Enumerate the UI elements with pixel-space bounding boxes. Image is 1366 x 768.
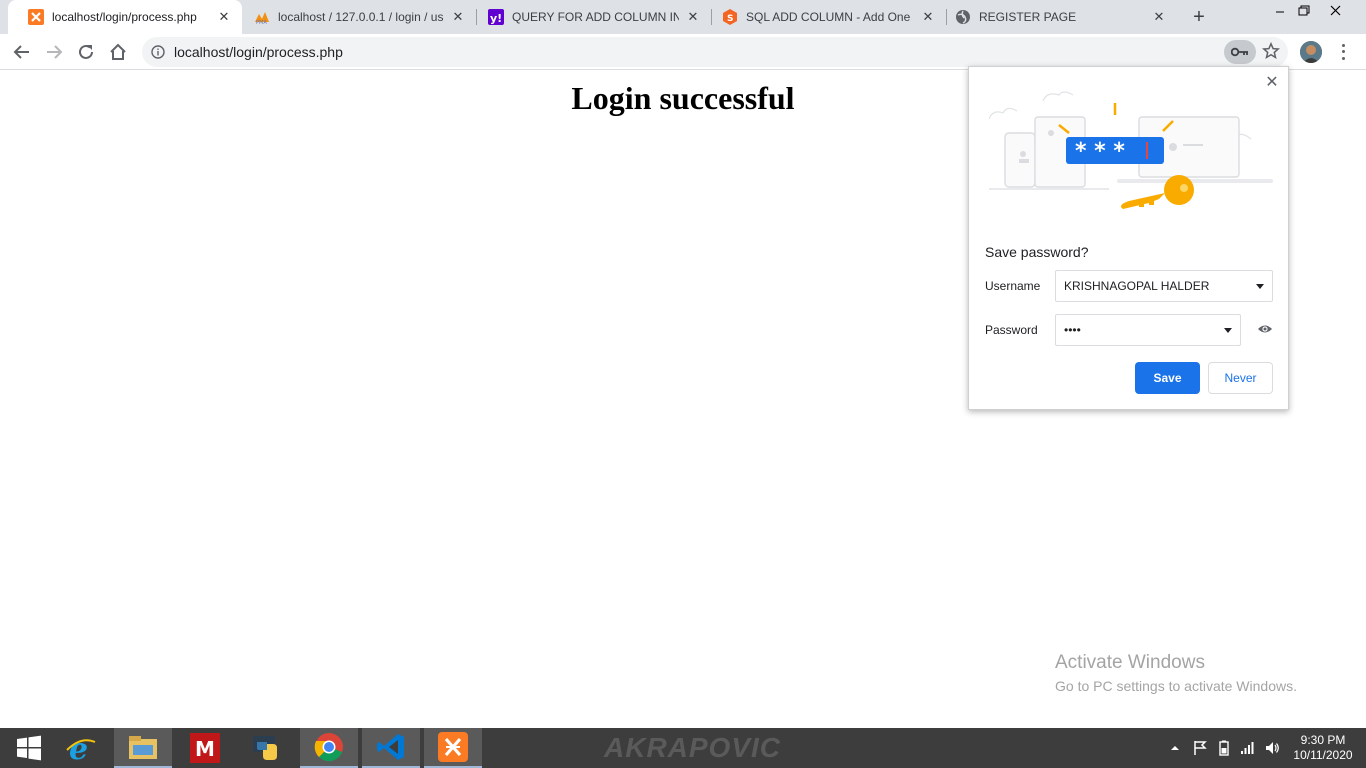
windows-logo-icon <box>17 735 41 761</box>
activate-windows-watermark: Activate Windows Go to PC settings to ac… <box>1055 652 1297 694</box>
minimize-icon[interactable] <box>1270 4 1290 18</box>
close-icon[interactable]: ✕ <box>920 9 936 25</box>
address-bar[interactable]: localhost/login/process.php <box>142 37 1288 67</box>
yahoo-icon: y! <box>488 9 504 25</box>
password-value: •••• <box>1064 323 1081 337</box>
chevron-down-icon <box>1224 328 1232 333</box>
forward-button[interactable] <box>42 40 66 64</box>
chevron-down-icon <box>1256 284 1264 289</box>
close-icon[interactable]: ✕ <box>685 9 701 25</box>
phpmyadmin-icon: PMA <box>255 12 269 25</box>
username-select[interactable]: KRISHNAGOPAL HALDER <box>1055 270 1273 302</box>
mcafee-icon: M <box>190 733 220 763</box>
taskbar-internet-explorer[interactable]: e <box>52 728 110 768</box>
taskbar-file-explorer[interactable] <box>114 728 172 768</box>
flag-icon[interactable] <box>1192 740 1208 756</box>
tab-sql-add-column[interactable]: S SQL ADD COLUMN - Add One c ✕ <box>712 0 946 34</box>
tab-title: QUERY FOR ADD COLUMN IN w <box>512 10 679 24</box>
browser-menu-button[interactable] <box>1337 42 1349 62</box>
password-illustration: * * * <box>989 91 1273 209</box>
tab-strip: localhost/login/process.php ✕ PMA localh… <box>0 0 1366 34</box>
taskbar-mcafee[interactable]: M <box>176 728 234 768</box>
tab-register-page[interactable]: REGISTER PAGE ✕ <box>947 0 1177 34</box>
signal-icon[interactable] <box>1240 740 1256 756</box>
folder-icon <box>129 736 157 759</box>
home-icon <box>110 43 126 60</box>
username-value: KRISHNAGOPAL HALDER <box>1064 279 1210 293</box>
svg-text:PMA: PMA <box>256 20 267 25</box>
start-button[interactable] <box>0 728 58 768</box>
svg-text:M: M <box>195 737 215 761</box>
password-select[interactable]: •••• <box>1055 314 1241 346</box>
reload-icon <box>79 44 93 59</box>
globe-icon <box>956 10 970 24</box>
save-password-dialog: ✕ * * * Save password? Username KRISHNAG… <box>968 66 1289 410</box>
system-tray <box>1168 728 1280 768</box>
password-label: Password <box>985 323 1038 337</box>
eye-icon[interactable] <box>1257 323 1273 335</box>
save-button[interactable]: Save <box>1135 362 1200 394</box>
svg-text:e: e <box>69 732 88 764</box>
forward-arrow-icon <box>47 45 63 59</box>
system-clock[interactable]: 9:30 PM 10/11/2020 <box>1292 733 1354 763</box>
bookmark-star-icon[interactable] <box>1262 42 1280 60</box>
internet-explorer-icon: e <box>66 732 96 764</box>
taskbar-python[interactable] <box>238 728 296 768</box>
chevron-up-icon[interactable] <box>1168 743 1182 753</box>
tab-title: localhost/login/process.php <box>52 10 197 24</box>
wallpaper-text: AKRAPOVIC <box>604 732 782 763</box>
clock-time: 9:30 PM <box>1300 733 1346 747</box>
key-icon <box>1231 47 1248 57</box>
svg-text:S: S <box>727 14 733 24</box>
profile-avatar[interactable] <box>1300 41 1322 63</box>
xampp-icon <box>438 732 468 762</box>
chrome-icon <box>314 733 343 762</box>
volume-icon[interactable] <box>1264 740 1280 756</box>
python-icon <box>253 736 277 760</box>
tab-title: SQL ADD COLUMN - Add One c <box>746 10 914 24</box>
tab-phpmyadmin[interactable]: PMA localhost / 127.0.0.1 / login / us ✕ <box>242 0 476 34</box>
vscode-icon <box>377 734 404 760</box>
tab-title: localhost / 127.0.0.1 / login / us <box>278 10 444 24</box>
taskbar-chrome[interactable] <box>300 728 358 768</box>
browser-toolbar: localhost/login/process.php <box>0 34 1366 70</box>
tab-yahoo-query[interactable]: y! QUERY FOR ADD COLUMN IN w ✕ <box>477 0 711 34</box>
never-button[interactable]: Never <box>1208 362 1273 394</box>
svg-text:y!: y! <box>490 12 502 25</box>
reload-button[interactable] <box>74 40 98 64</box>
sqltutorial-icon: S <box>723 9 737 25</box>
tab-title: REGISTER PAGE <box>979 10 1077 24</box>
taskbar-xampp[interactable] <box>424 728 482 768</box>
windows-taskbar: AKRAPOVIC e M 9:30 PM 10/11/2020 <box>0 728 1366 768</box>
new-tab-button[interactable]: + <box>1189 7 1209 27</box>
back-arrow-icon <box>13 45 29 59</box>
home-button[interactable] <box>106 40 130 64</box>
close-icon[interactable]: ✕ <box>216 9 232 25</box>
xampp-icon <box>28 9 44 25</box>
save-password-title: Save password? <box>985 244 1089 260</box>
password-key-button[interactable] <box>1224 40 1256 64</box>
activate-windows-subtitle: Go to PC settings to activate Windows. <box>1055 678 1297 694</box>
close-icon[interactable]: ✕ <box>1151 9 1167 25</box>
close-icon[interactable]: ✕ <box>450 9 466 25</box>
taskbar-vscode[interactable] <box>362 728 420 768</box>
battery-icon[interactable] <box>1216 740 1232 756</box>
tab-login-process[interactable]: localhost/login/process.php ✕ <box>8 0 242 34</box>
clock-date: 10/11/2020 <box>1293 748 1353 762</box>
window-close-icon[interactable] <box>1326 4 1346 18</box>
back-button[interactable] <box>10 40 34 64</box>
activate-windows-title: Activate Windows <box>1055 652 1205 673</box>
username-label: Username <box>985 279 1041 293</box>
masked-password-text: * * * <box>1075 139 1125 164</box>
info-icon[interactable] <box>151 45 165 59</box>
restore-icon[interactable] <box>1294 4 1314 18</box>
url-text: localhost/login/process.php <box>174 44 343 60</box>
